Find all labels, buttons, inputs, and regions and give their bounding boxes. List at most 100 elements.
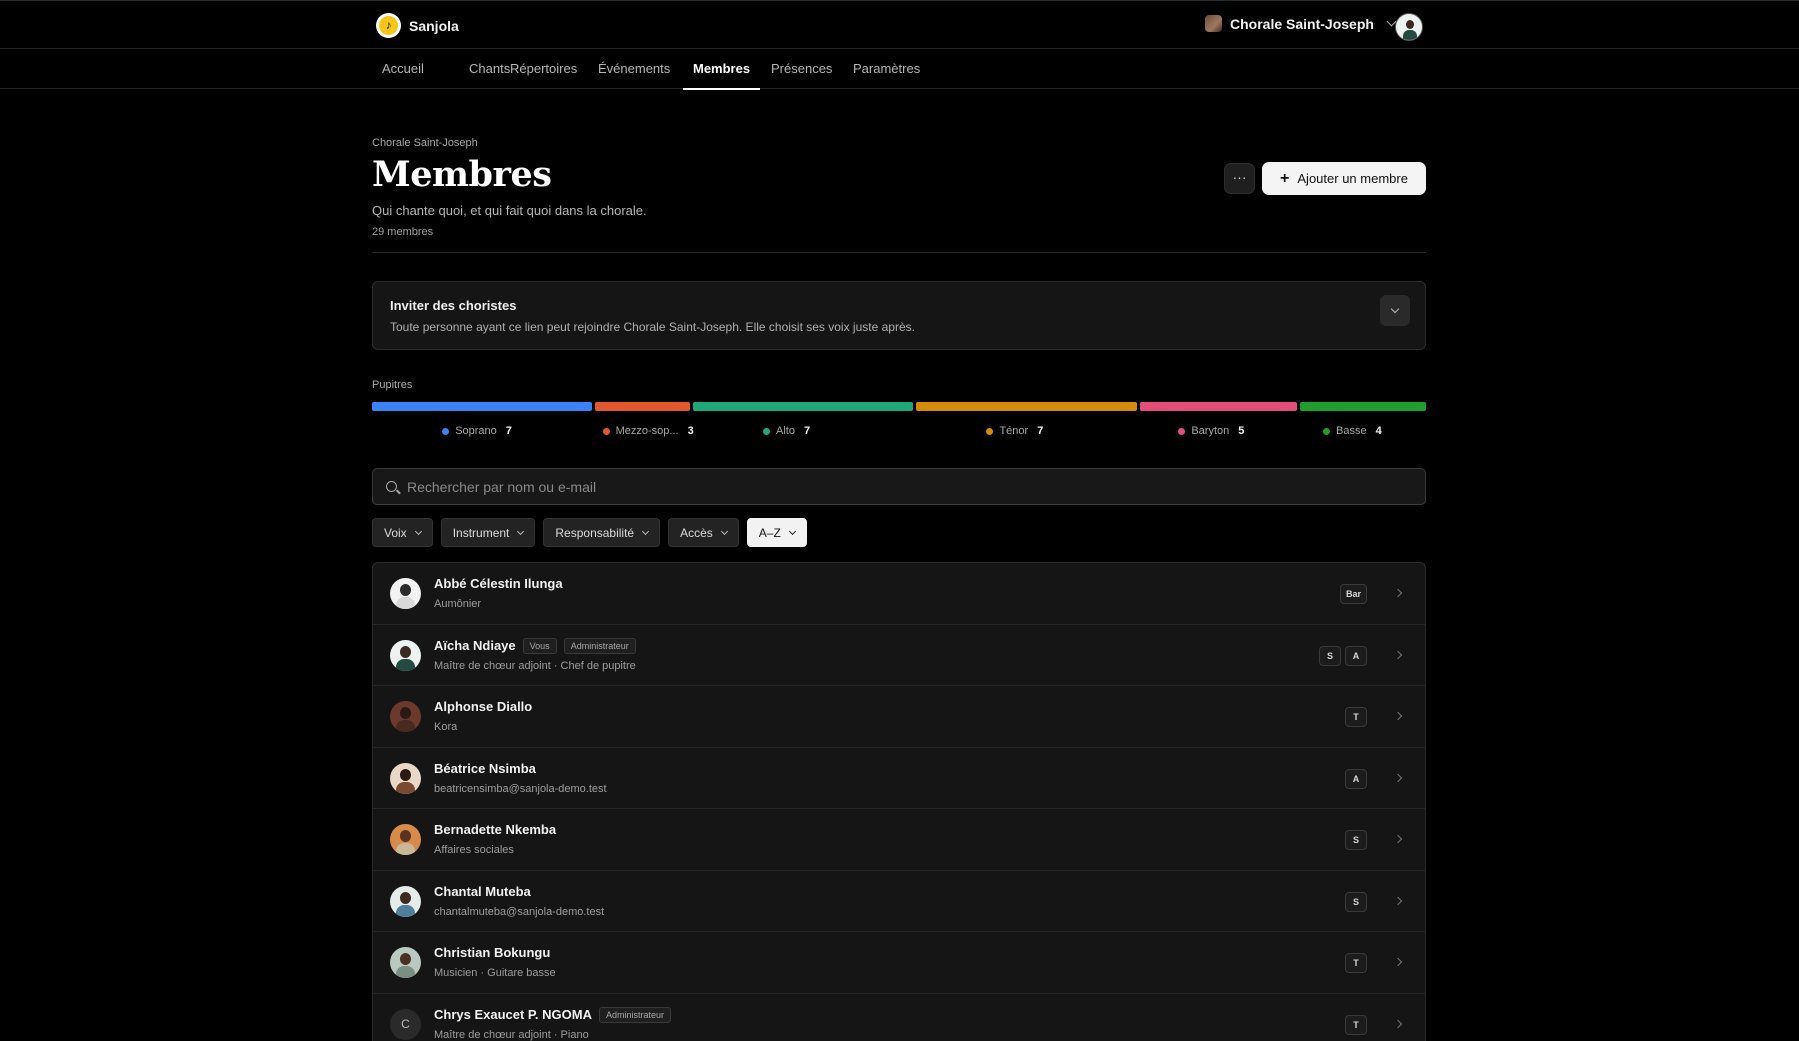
avatar: C	[390, 1008, 421, 1040]
member-subtitle: Aumônier	[434, 598, 482, 610]
chevron-down-icon	[414, 527, 422, 535]
voice-name: Ténor	[999, 425, 1029, 437]
avatar	[390, 578, 421, 609]
voice-name: Soprano	[455, 425, 497, 437]
role-tag: Administrateur	[598, 1006, 672, 1023]
voice-dot	[442, 427, 450, 435]
member-name: Béatrice Nsimba	[434, 760, 536, 776]
expand-invite-button[interactable]	[1380, 295, 1410, 326]
voice-legend-item: Alto 7	[763, 425, 810, 437]
member-row[interactable]: Béatrice Nsimba beatricensimba@sanjola-de…	[373, 748, 1425, 809]
org-switcher[interactable]: Chorale Saint-Joseph	[1205, 15, 1397, 32]
voice-legend-item: Soprano 7	[442, 425, 512, 437]
nav-item-0[interactable]: Accueil	[372, 49, 434, 89]
voice-segment-4	[1139, 402, 1298, 411]
search-icon	[386, 481, 397, 492]
member-subtitle: beatricensimba@sanjola-demo.test	[434, 782, 607, 795]
member-row[interactable]: C Chrys Exaucet P. NGOMA Administrateur Maî…	[373, 994, 1425, 1041]
member-row[interactable]: Aïcha Ndiaye Vous Administrateur Maître de …	[373, 625, 1425, 686]
nav-item-3[interactable]: Événements	[588, 49, 680, 89]
voice-badge: S	[1345, 830, 1367, 850]
avatar	[390, 639, 421, 671]
chevron-down-icon	[517, 527, 525, 535]
add-member-button[interactable]: + Ajouter un membre	[1262, 162, 1426, 195]
member-row[interactable]: Bernadette Nkemba Affaires sociales S	[373, 809, 1425, 871]
member-subtitle: Kora	[434, 721, 458, 733]
invite-panel: Inviter des choristes Toute personne aya…	[372, 281, 1426, 350]
member-name: Christian Bokungu	[434, 945, 551, 960]
member-list: Abbé Célestin Ilunga Aumônier Bar Aïcha Ndi…	[372, 562, 1426, 1041]
voice-badge: T	[1345, 707, 1367, 727]
brand[interactable]: ♪ Sanjola	[376, 13, 459, 38]
chevron-right-icon	[1393, 711, 1403, 721]
filter-1[interactable]: Instrument	[440, 518, 536, 547]
chevron-right-icon	[1393, 1019, 1403, 1028]
member-name-line: Bernadette Nkemba	[434, 822, 556, 837]
member-name: Abbé Célestin Ilunga	[434, 576, 563, 591]
chevron-right-icon	[1393, 896, 1403, 905]
voice-badges: T	[1345, 1014, 1367, 1035]
main-nav: Accueil Chants Répertoires Événements Membre…	[0, 49, 1799, 90]
voice-segment-5	[1300, 402, 1426, 411]
more-options-button[interactable]: ···	[1224, 163, 1255, 194]
chevron-right-icon	[1393, 773, 1403, 782]
filter-4[interactable]: A–Z	[746, 518, 807, 547]
nav-item-5[interactable]: Présences	[761, 49, 842, 89]
member-subtitle: chantalmuteba@sanjola-demo.test	[434, 905, 605, 918]
member-name-line: Chantal Muteba	[434, 884, 531, 899]
voice-legend-item: Basse 4	[1323, 425, 1382, 437]
search-input[interactable]	[407, 469, 1407, 504]
voice-badges: T	[1345, 707, 1367, 727]
voice-segment-1	[595, 402, 690, 411]
member-row[interactable]: Chantal Muteba chantalmuteba@sanjola-demo…	[373, 871, 1425, 932]
member-row[interactable]: Christian Bokungu Musicien · Guitare bass…	[373, 932, 1425, 994]
page-title: Membres	[372, 154, 552, 195]
chevron-down-icon	[642, 527, 650, 535]
nav-item-4[interactable]: Membres	[683, 49, 761, 90]
member-row[interactable]: Alphonse Diallo Kora T	[373, 686, 1425, 748]
member-row[interactable]: Abbé Célestin Ilunga Aumônier Bar	[373, 563, 1425, 625]
voice-badge: A	[1345, 768, 1367, 789]
filter-label: A–Z	[758, 525, 781, 540]
voice-count: 7	[804, 425, 811, 437]
filter-label: Responsabilité	[555, 525, 635, 540]
member-subtitle: Affaires sociales	[434, 844, 514, 856]
filter-2[interactable]: Responsabilité	[543, 518, 661, 547]
member-name-line: Chrys Exaucet P. NGOMA Administrateur	[434, 1006, 672, 1023]
filter-3[interactable]: Accès	[668, 518, 739, 547]
filter-label: Instrument	[452, 525, 510, 540]
nav-item-2[interactable]: Répertoires	[500, 49, 587, 89]
filter-0[interactable]: Voix	[372, 518, 433, 547]
search-box	[372, 468, 1426, 505]
chevron-right-icon	[1393, 834, 1403, 844]
voice-legend-item: Baryton 5	[1178, 425, 1244, 437]
nav-item-6[interactable]: Paramètres	[843, 49, 930, 89]
voice-count: 3	[687, 425, 694, 437]
avatar	[390, 885, 421, 917]
member-name: Alphonse Diallo	[434, 699, 533, 714]
voice-count: 7	[505, 425, 512, 437]
member-name: Bernadette Nkemba	[434, 822, 557, 837]
voice-dot	[763, 427, 771, 435]
filter-label: Accès	[680, 525, 713, 540]
voice-badge: A	[1345, 645, 1367, 666]
voice-count: 5	[1238, 425, 1245, 437]
voice-badge: T	[1345, 1014, 1367, 1035]
voice-badges: S	[1345, 891, 1367, 912]
voice-dot	[1178, 427, 1186, 435]
voice-legend-item: Ténor 7	[986, 425, 1043, 437]
voice-legend-item: Mezzo-sop... 3	[602, 425, 694, 437]
member-subtitle: Maître de chœur adjoint · Piano	[434, 1028, 589, 1041]
divider	[372, 252, 1426, 253]
user-avatar[interactable]	[1395, 13, 1423, 41]
voice-badge: T	[1345, 953, 1367, 973]
voice-legend: Soprano 7 Mezzo-sop... 3 Alto 7 Ténor 7 Baryton 5…	[372, 425, 1426, 441]
invite-description: Toute personne ayant ce lien peut rejoin…	[390, 320, 915, 334]
member-name: Aïcha Ndiaye	[434, 638, 516, 653]
member-name-line: Alphonse Diallo	[434, 699, 532, 714]
voice-count: 7	[1037, 425, 1044, 437]
voice-segment-3	[916, 402, 1137, 411]
chevron-right-icon	[1393, 650, 1403, 659]
voice-badges: T	[1345, 953, 1367, 973]
filter-label: Voix	[384, 525, 407, 540]
